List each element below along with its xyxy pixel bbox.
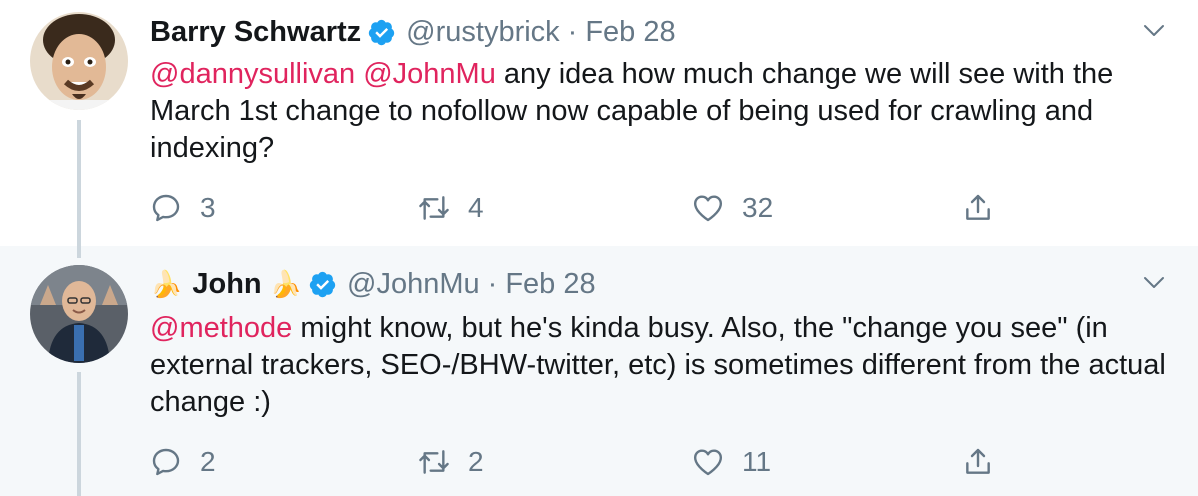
heart-icon xyxy=(693,195,723,222)
avatar[interactable] xyxy=(30,265,128,363)
verified-badge-icon xyxy=(309,271,336,297)
mention-link[interactable]: @dannysullivan xyxy=(150,58,355,90)
like-button[interactable]: 32 xyxy=(692,188,773,228)
chevron-down-icon[interactable] xyxy=(1142,18,1166,42)
retweet-count: 2 xyxy=(468,446,484,477)
tweet-actions: 2 2 11 xyxy=(150,442,1010,482)
retweet-icon xyxy=(419,196,449,220)
thread-line xyxy=(77,120,81,246)
thread-line xyxy=(77,246,81,258)
retweet-button[interactable]: 4 xyxy=(418,188,484,228)
separator-dot: · xyxy=(487,267,498,300)
share-icon xyxy=(966,448,990,474)
tweet[interactable]: Barry Schwartz @rustybrick · Feb 28 @dan… xyxy=(0,0,1198,246)
separator-dot: · xyxy=(567,15,578,48)
share-button[interactable] xyxy=(962,188,994,228)
reply-icon xyxy=(152,194,180,222)
share-icon xyxy=(966,194,990,220)
author-handle[interactable]: @rustybrick xyxy=(406,16,560,49)
tweet-text: @dannysullivan @JohnMu any idea how much… xyxy=(150,56,1170,167)
tweet-actions: 3 4 32 xyxy=(150,188,1010,228)
reply-button[interactable]: 2 xyxy=(150,442,216,482)
author-name[interactable]: Barry Schwartz xyxy=(150,16,361,49)
like-button[interactable]: 11 xyxy=(692,442,771,482)
banana-emoji: 🍌 xyxy=(269,268,303,299)
tweet[interactable]: 🍌 John 🍌 @JohnMu · Feb 28 @methode might… xyxy=(0,246,1198,496)
share-button[interactable] xyxy=(962,442,994,482)
retweet-count: 4 xyxy=(468,192,484,223)
reply-count: 3 xyxy=(200,192,216,223)
tweet-header: 🍌 John 🍌 @JohnMu · Feb 28 xyxy=(150,266,596,302)
reply-icon xyxy=(152,448,180,476)
tweet-header: Barry Schwartz @rustybrick · Feb 28 xyxy=(150,14,676,50)
verified-badge-icon xyxy=(368,19,395,45)
heart-icon xyxy=(693,449,723,476)
like-count: 11 xyxy=(742,446,772,477)
retweet-button[interactable]: 2 xyxy=(418,442,484,482)
tweet-body-text: might know, but he's kinda busy. Also, t… xyxy=(150,312,1166,418)
reply-count: 2 xyxy=(200,446,216,477)
thread-line xyxy=(77,372,81,496)
mention-link[interactable]: @JohnMu xyxy=(363,58,496,90)
like-count: 32 xyxy=(742,192,774,223)
tweet-date[interactable]: Feb 28 xyxy=(505,268,595,301)
tweet-date[interactable]: Feb 28 xyxy=(585,16,675,49)
chevron-down-icon[interactable] xyxy=(1142,270,1166,294)
mention-link[interactable]: @methode xyxy=(150,312,292,344)
tweet-text: @methode might know, but he's kinda busy… xyxy=(150,310,1170,421)
avatar[interactable] xyxy=(30,12,128,110)
author-name[interactable]: John xyxy=(192,268,261,301)
banana-emoji: 🍌 xyxy=(150,268,183,299)
author-handle[interactable]: @JohnMu xyxy=(347,268,480,301)
retweet-icon xyxy=(419,450,449,474)
reply-button[interactable]: 3 xyxy=(150,188,216,228)
